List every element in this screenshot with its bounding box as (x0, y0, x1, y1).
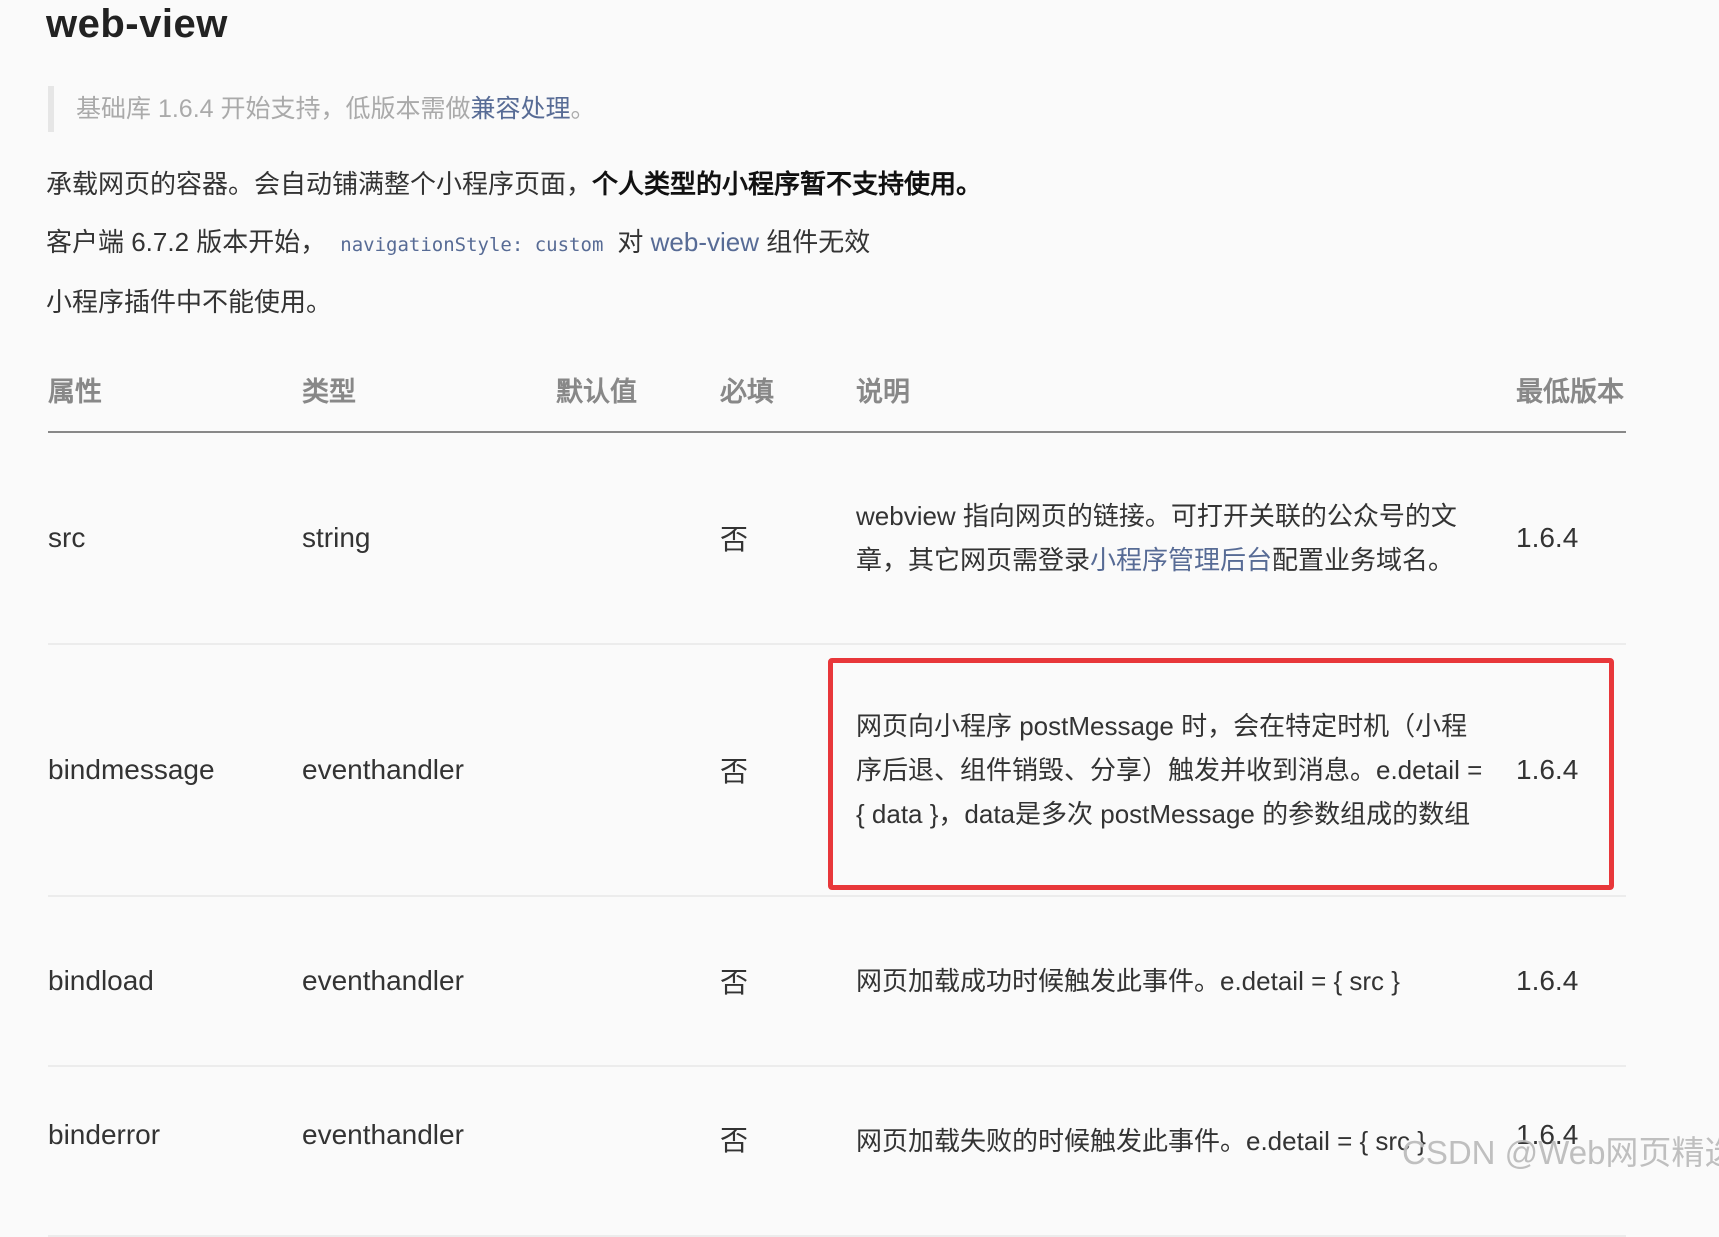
table-header-row: 属性 类型 默认值 必填 说明 最低版本 (48, 346, 1626, 433)
header-default: 默认值 (556, 346, 720, 433)
prop-desc-text: 网页加载成功时候触发此事件。e.detail = { src } (856, 966, 1400, 996)
page-title: web-view (46, 2, 228, 46)
intro-paragraph: 承载网页的容器。会自动铺满整个小程序页面，个人类型的小程序暂不支持使用。 (46, 164, 982, 201)
prop-required: 否 (720, 896, 856, 1067)
header-desc: 说明 (856, 346, 1516, 433)
header-required: 必填 (720, 346, 856, 433)
prop-desc-suffix: 配置业务域名。 (1272, 545, 1455, 575)
prop-type: string (302, 432, 556, 645)
prop-name: bindload (48, 896, 302, 1067)
table-row: src string 否 webview 指向网页的链接。可打开关联的公众号的文… (48, 432, 1626, 645)
prop-type: eventhandler (302, 644, 556, 897)
prop-name: src (48, 432, 302, 645)
prop-default (556, 644, 720, 897)
plugin-note: 小程序插件中不能使用。 (46, 287, 333, 317)
prop-type: eventhandler (302, 1066, 556, 1237)
compat-link[interactable]: 兼容处理 (471, 95, 571, 123)
csdn-watermark: CSDN @Web网页精选 (1402, 1134, 1719, 1171)
header-type: 类型 (302, 346, 556, 433)
prop-required: 否 (720, 1066, 856, 1237)
intro-bold: 个人类型的小程序暂不支持使用。 (592, 169, 983, 199)
prop-default (556, 1066, 720, 1237)
notice-text: 基础库 1.6.4 开始支持，低版本需做 (76, 95, 471, 123)
prop-version: 1.6.4 (1516, 896, 1626, 1067)
highlight-box (828, 658, 1614, 890)
navigation-style-code: navigationStyle: custom (340, 234, 604, 256)
admin-console-link[interactable]: 小程序管理后台 (1090, 545, 1272, 575)
prop-type: eventhandler (302, 896, 556, 1067)
prop-desc: webview 指向网页的链接。可打开关联的公众号的文章，其它网页需登录小程序管… (856, 432, 1516, 645)
header-version: 最低版本 (1516, 346, 1626, 433)
web-view-link[interactable]: web-view (651, 227, 759, 257)
client-note: 客户端 6.7.2 版本开始， navigationStyle: custom 对 … (46, 222, 870, 259)
prop-default (556, 432, 720, 645)
notice-suffix: 。 (570, 95, 596, 123)
prop-default (556, 896, 720, 1067)
client-note-middle: 对 (617, 227, 644, 257)
prop-desc: 网页加载成功时候触发此事件。e.detail = { src } (856, 896, 1516, 1067)
client-note-suffix: 组件无效 (766, 227, 871, 257)
table-row: bindload eventhandler 否 网页加载成功时候触发此事件。e.… (48, 896, 1626, 1067)
prop-version: 1.6.4 (1516, 432, 1626, 645)
version-notice: 基础库 1.6.4 开始支持，低版本需做兼容处理。 (48, 86, 596, 132)
client-note-prefix: 客户端 6.7.2 版本开始， (46, 227, 327, 257)
doc-page: web-view 基础库 1.6.4 开始支持，低版本需做兼容处理。 承载网页的… (0, 0, 1719, 1237)
prop-required: 否 (720, 432, 856, 645)
header-name: 属性 (48, 346, 302, 433)
prop-name: binderror (48, 1066, 302, 1237)
intro-text: 承载网页的容器。会自动铺满整个小程序页面， (46, 169, 593, 199)
prop-name: bindmessage (48, 644, 302, 897)
table-row: binderror eventhandler 否 网页加载失败的时候触发此事件。… (48, 1066, 1626, 1237)
